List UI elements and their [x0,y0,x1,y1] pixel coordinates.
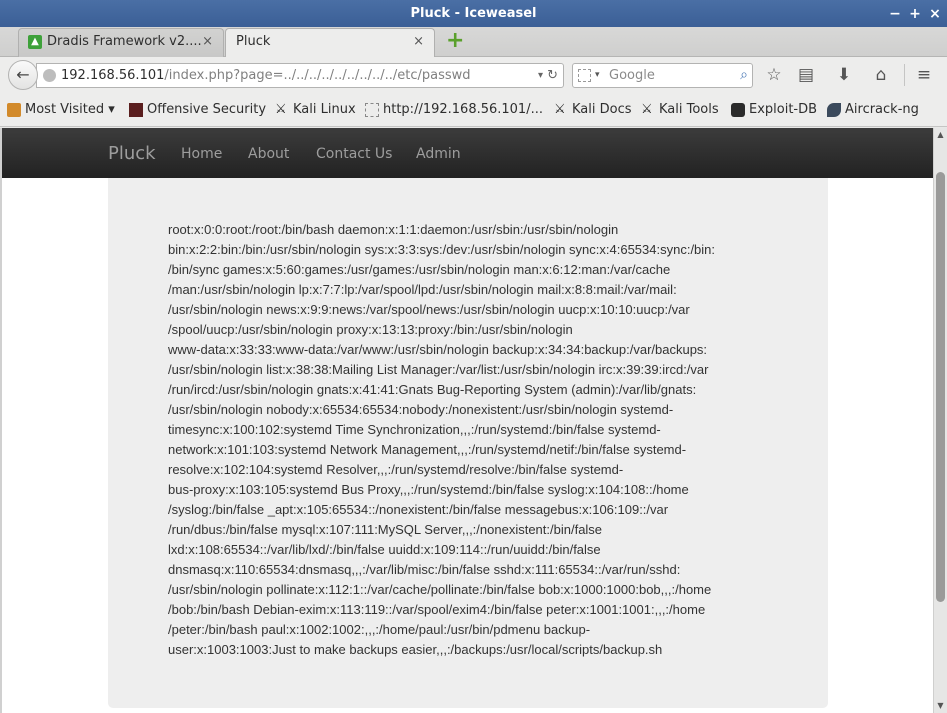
url-bar[interactable]: 192.168.56.101/index.php?page=../../../.… [36,63,564,88]
search-placeholder: Google [609,68,655,83]
bookmark-aircrack[interactable]: Aircrack-ng [827,101,919,119]
tab-label: Dradis Framework v2.... [47,34,202,49]
navigation-toolbar: 192.168.56.101/index.php?page=../../../.… [0,57,947,94]
bookmark-label: Aircrack-ng [845,102,919,117]
bookmark-label: Most Visited ▾ [25,102,115,117]
most-visited-icon [7,103,21,117]
site-brand[interactable]: Pluck [108,128,156,180]
toolbar-divider [904,64,905,86]
bookmark-label: Kali Linux [293,102,356,117]
bookmark-label: http://192.168.56.101/... [383,102,543,117]
nav-about[interactable]: About [248,128,289,180]
bookmark-kali-docs[interactable]: ⚔ Kali Docs [554,101,632,119]
close-tab-icon[interactable]: × [202,29,213,55]
home-icon[interactable]: ⌂ [870,65,892,85]
bookmark-label: Exploit-DB [749,102,818,117]
bookmark-local-page[interactable]: http://192.168.56.101/... [365,101,543,119]
back-arrow-icon: ← [16,65,30,84]
scroll-down-icon[interactable]: ▼ [934,699,947,713]
site-navbar: Pluck Home About Contact Us Admin [2,128,933,178]
maximize-button[interactable]: + [909,7,921,21]
menu-icon[interactable]: ≡ [913,65,935,85]
nav-contact-us[interactable]: Contact Us [316,128,392,180]
scroll-thumb[interactable] [936,172,945,602]
kali-icon: ⚔ [554,102,566,117]
bookmark-label: Kali Docs [572,102,632,117]
site-identity-icon[interactable] [43,69,56,82]
bookmark-kali-tools[interactable]: ⚔ Kali Tools [641,101,719,119]
tab-strip: ▲ Dradis Framework v2.... × Pluck × + [0,27,947,58]
download-icon[interactable]: ⬇ [833,65,855,85]
new-tab-icon[interactable]: + [446,30,464,52]
included-file-contents: root:x:0:0:root:/root:/bin/bash daemon:x… [168,222,716,657]
window-titlebar: Pluck - Iceweasel − + × [0,0,947,27]
bookmark-label: Offensive Security [147,102,267,117]
star-icon[interactable]: ☆ [763,65,785,85]
search-engine-icon[interactable] [578,69,591,82]
url-path: /index.php?page=../../../../../../../../… [164,68,471,83]
close-window-button[interactable]: × [929,7,941,21]
reload-icon[interactable]: ↻ [547,64,558,87]
kali-icon: ⚔ [641,102,653,117]
search-engine-dropdown-icon[interactable]: ▾ [595,64,600,87]
bookmark-kali-linux[interactable]: ⚔ Kali Linux [275,101,356,119]
page-icon [365,103,379,117]
search-bar[interactable]: ▾ Google ⌕ [572,63,753,88]
page-viewport: Pluck Home About Contact Us Admin root:x… [0,128,933,713]
url-host: 192.168.56.101 [61,68,165,83]
minimize-button[interactable]: − [889,7,901,21]
nav-admin[interactable]: Admin [416,128,461,180]
bookmark-exploit-db[interactable]: Exploit-DB [731,101,817,119]
dradis-icon: ▲ [28,35,42,49]
bookmark-most-visited[interactable]: Most Visited ▾ [7,101,115,119]
exploitdb-icon [731,103,745,117]
tab-dradis[interactable]: ▲ Dradis Framework v2.... × [18,28,224,57]
kali-icon: ⚔ [275,102,287,117]
scroll-up-icon[interactable]: ▲ [934,128,947,142]
back-button[interactable]: ← [8,60,38,90]
reading-list-icon[interactable]: ▤ [795,65,817,85]
aircrack-icon [827,103,841,117]
vertical-scrollbar[interactable]: ▲ ▼ [933,128,947,713]
content-panel: root:x:0:0:root:/root:/bin/bash daemon:x… [108,178,828,708]
tab-label: Pluck [236,34,271,49]
nav-home[interactable]: Home [181,128,222,180]
search-icon[interactable]: ⌕ [740,64,748,87]
bookmarks-toolbar: Most Visited ▾ Offensive Security ⚔ Kali… [0,94,947,127]
offsec-icon [129,103,143,117]
tab-pluck[interactable]: Pluck × [225,28,435,58]
history-dropdown-icon[interactable]: ▾ [538,64,543,87]
window-title: Pluck - Iceweasel [410,6,537,21]
window-controls: − + × [889,0,941,27]
close-tab-icon[interactable]: × [413,29,424,55]
bookmark-offensive-security[interactable]: Offensive Security [129,101,266,119]
bookmark-label: Kali Tools [659,102,719,117]
